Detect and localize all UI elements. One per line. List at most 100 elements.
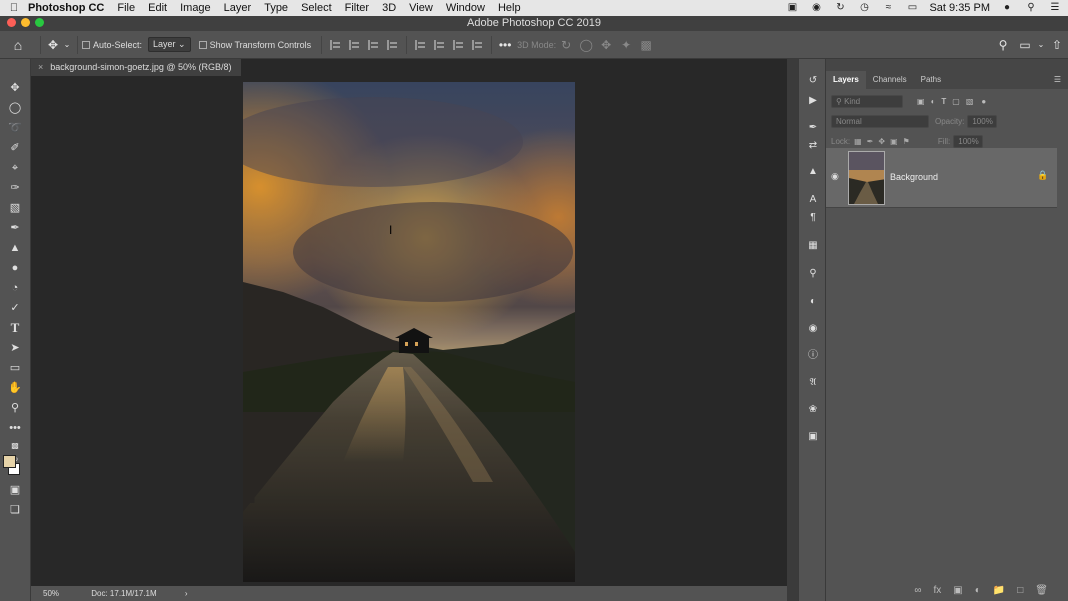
search-icon[interactable]: ⚲	[992, 38, 1014, 52]
screen-mode-icon[interactable]: ❏	[7, 503, 23, 517]
layer-name[interactable]: Background	[890, 172, 938, 182]
menu-image[interactable]: Image	[180, 2, 211, 14]
chevron-down-icon[interactable]: ⌄	[1036, 40, 1046, 49]
link-layers-icon[interactable]: ∞	[914, 585, 921, 596]
paragraph-panel-icon[interactable]: ¶	[806, 211, 820, 225]
default-colors-icon[interactable]: ▩ ↻	[7, 439, 23, 464]
menu-filter[interactable]: Filter	[345, 2, 369, 14]
home-icon[interactable]: ⌂	[0, 37, 36, 53]
lock-position-icon[interactable]: ✥	[878, 137, 885, 146]
info-panel-icon[interactable]: ⓘ	[806, 349, 820, 363]
tab-layers[interactable]: Layers	[826, 71, 866, 89]
menu-file[interactable]: File	[117, 2, 135, 14]
menu-edit[interactable]: Edit	[148, 2, 167, 14]
character-panel-icon[interactable]: A	[806, 193, 820, 207]
filter-adjustment-icon[interactable]: ◐	[931, 97, 936, 106]
workspace-icon[interactable]: ▭	[1014, 38, 1036, 52]
foreground-color-swatch[interactable]	[3, 455, 16, 468]
zoom-level[interactable]: 50%	[43, 589, 59, 598]
actions-panel-icon[interactable]: ▶	[806, 94, 820, 108]
adjust-panel-icon[interactable]: ⇄	[806, 139, 820, 153]
3d-slide-icon[interactable]: ✦	[616, 38, 636, 52]
filter-shape-icon[interactable]: ▢	[952, 97, 960, 106]
move-tool-preset-icon[interactable]: ✥	[45, 38, 61, 52]
app-menu[interactable]: Photoshop CC	[28, 2, 104, 14]
lock-transparent-icon[interactable]: ▦	[854, 137, 862, 146]
time-machine-icon[interactable]: ◷	[857, 3, 871, 13]
zoom-window-button[interactable]	[35, 18, 44, 27]
3d-scale-icon[interactable]: ▩	[636, 38, 656, 52]
show-transform-checkbox[interactable]	[198, 40, 207, 49]
status-menu-chevron-icon[interactable]: ›	[185, 589, 188, 598]
marquee-tool-icon[interactable]: ◯	[7, 101, 23, 115]
auto-select-checkbox[interactable]	[82, 40, 90, 49]
align-middle-v-icon[interactable]	[434, 39, 445, 50]
tab-paths[interactable]: Paths	[914, 71, 948, 89]
new-group-icon[interactable]: 📁	[993, 585, 1005, 596]
spotlight-icon[interactable]: ⚲	[1024, 3, 1038, 13]
chevron-down-icon[interactable]: ⌄	[61, 40, 73, 49]
screen-record-icon[interactable]: ▣	[785, 3, 799, 13]
layer-row-background[interactable]: ◉ Background 🔒	[826, 148, 1057, 208]
crop-tool-icon[interactable]: ⌖	[7, 161, 23, 175]
filter-smart-object-icon[interactable]: ▧	[966, 97, 974, 106]
distribute-h-icon[interactable]	[472, 39, 483, 50]
edit-toolbar-icon[interactable]: •••	[7, 421, 23, 435]
learn-panel-icon[interactable]: ⚲	[806, 267, 820, 281]
layer-style-icon[interactable]: fx	[934, 585, 942, 596]
path-selection-tool-icon[interactable]: ➤	[7, 341, 23, 355]
menu-view[interactable]: View	[409, 2, 433, 14]
properties-panel-icon[interactable]: ▣	[806, 430, 820, 444]
lock-all-icon[interactable]: ⚑	[903, 137, 910, 146]
3d-rotate-icon[interactable]: ↻	[556, 38, 576, 52]
close-tab-icon[interactable]: ×	[38, 62, 43, 72]
minimize-window-button[interactable]	[21, 18, 30, 27]
menu-3d[interactable]: 3D	[382, 2, 396, 14]
filter-toggle-icon[interactable]: ●	[981, 97, 986, 106]
layer-thumbnail[interactable]	[848, 151, 885, 205]
menubar-clock[interactable]: Sat 9:35 PM	[929, 2, 990, 14]
fill-field[interactable]: 100%	[953, 134, 984, 148]
align-center-h-icon[interactable]	[349, 39, 360, 50]
3d-drag-icon[interactable]: ✥	[596, 38, 616, 52]
close-window-button[interactable]	[7, 18, 16, 27]
hand-tool-icon[interactable]: ✋	[7, 381, 23, 395]
user-icon[interactable]: ●	[1000, 3, 1014, 13]
adjustments-panel-icon[interactable]: ◐	[806, 295, 820, 309]
auto-select-dropdown[interactable]: Layer ⌄	[148, 37, 191, 52]
align-right-icon[interactable]	[368, 39, 379, 50]
align-left-icon[interactable]	[330, 39, 341, 50]
lock-artboard-icon[interactable]: ▣	[890, 137, 898, 146]
align-bottom-icon[interactable]	[453, 39, 464, 50]
rectangle-tool-icon[interactable]: ▭	[7, 361, 23, 375]
libraries-panel-icon[interactable]: ◉	[806, 322, 820, 336]
swatches-panel-icon[interactable]: ▦	[806, 239, 820, 253]
blur-tool-icon[interactable]: ●	[7, 261, 23, 275]
brushes-panel-icon[interactable]: ✒	[806, 121, 820, 135]
lock-icon[interactable]: 🔒	[1037, 170, 1048, 181]
panel-menu-icon[interactable]: ☰	[1047, 71, 1068, 89]
distribute-v-icon[interactable]	[387, 39, 398, 50]
new-adjustment-layer-icon[interactable]: ◐	[975, 585, 981, 596]
sync-icon[interactable]: ↻	[833, 3, 847, 13]
opacity-field[interactable]: 100%	[967, 114, 998, 128]
delete-layer-icon[interactable]: 🗑	[1035, 585, 1048, 596]
airplay-icon[interactable]: ▭	[905, 3, 919, 13]
document-tab[interactable]: × background-simon-goetz.jpg @ 50% (RGB/8…	[31, 59, 241, 76]
menu-window[interactable]: Window	[446, 2, 485, 14]
3d-roll-icon[interactable]: ◯	[576, 38, 596, 52]
quick-selection-tool-icon[interactable]: ✐	[7, 141, 23, 155]
filter-kind-dropdown[interactable]: ⚲ Kind	[831, 94, 903, 108]
menu-type[interactable]: Type	[264, 2, 288, 14]
filter-type-icon[interactable]: T	[941, 97, 946, 106]
menu-select[interactable]: Select	[301, 2, 332, 14]
quick-mask-icon[interactable]: ▣	[7, 483, 23, 497]
eye-visibility-icon[interactable]: ◉	[831, 171, 839, 182]
creative-cloud-icon[interactable]: ◉	[809, 3, 823, 13]
brush-tool-icon[interactable]: ✒	[7, 221, 23, 235]
notification-center-icon[interactable]: ☰	[1048, 3, 1062, 13]
zoom-tool-icon[interactable]: ⚲	[7, 401, 23, 415]
blend-mode-dropdown[interactable]: Normal	[831, 114, 929, 128]
eyedropper-tool-icon[interactable]: ✑	[7, 181, 23, 195]
filter-pixel-icon[interactable]: ▣	[917, 97, 925, 106]
